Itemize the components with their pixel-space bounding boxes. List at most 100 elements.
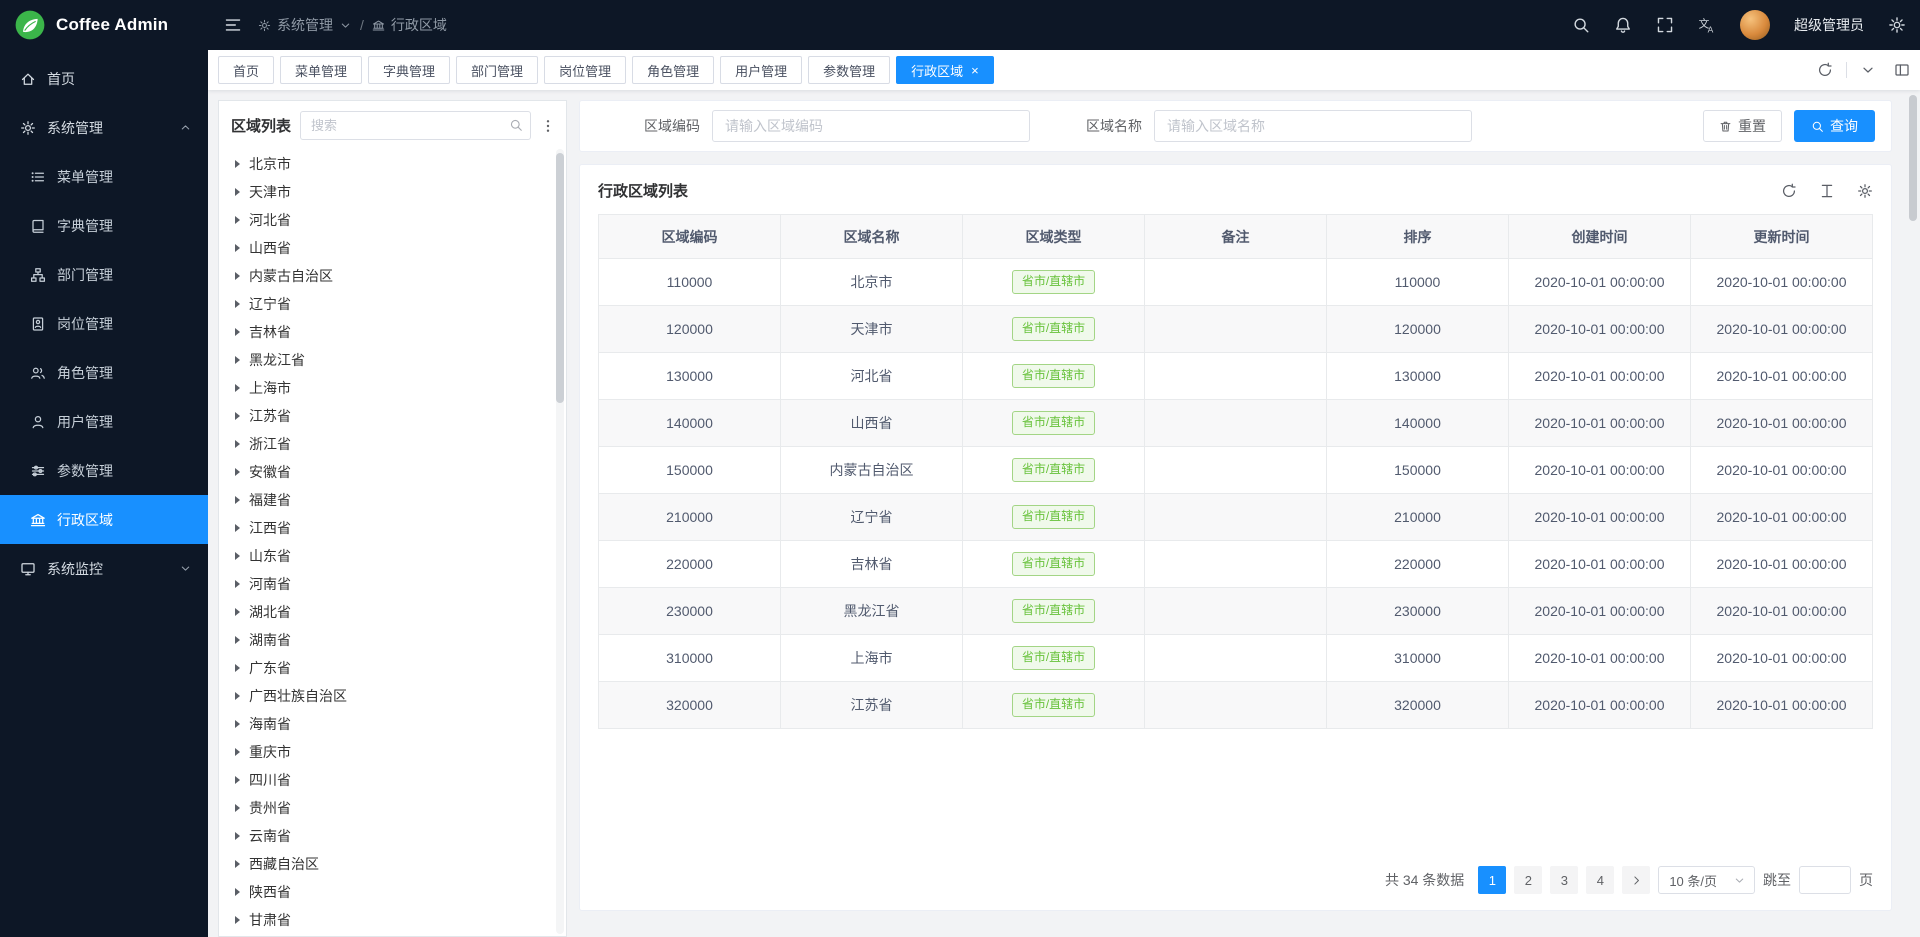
tree-item[interactable]: 贵州省 [219,794,566,822]
caret-right-icon[interactable] [235,720,240,728]
tree-item[interactable]: 重庆市 [219,738,566,766]
tree-item[interactable]: 广东省 [219,654,566,682]
sidebar-item-system-monitor[interactable]: 系统监控 [0,544,208,593]
tree-item[interactable]: 安徽省 [219,458,566,486]
sidebar-item-admin-region[interactable]: 行政区域 [0,495,208,544]
tree-item[interactable]: 海南省 [219,710,566,738]
table-row[interactable]: 310000 上海市 省市/直辖市 310000 2020-10-01 00:0… [599,635,1873,682]
tree-item[interactable]: 内蒙古自治区 [219,262,566,290]
table-row[interactable]: 320000 江苏省 省市/直辖市 320000 2020-10-01 00:0… [599,682,1873,729]
caret-right-icon[interactable] [235,468,240,476]
table-row[interactable]: 210000 辽宁省 省市/直辖市 210000 2020-10-01 00:0… [599,494,1873,541]
tree-item[interactable]: 山东省 [219,542,566,570]
next-page-button[interactable] [1622,866,1650,894]
table-refresh-icon[interactable] [1781,183,1797,199]
tab-role[interactable]: 角色管理 [632,56,714,84]
sidebar-item-menu-management[interactable]: 菜单管理 [0,152,208,201]
table-row[interactable]: 110000 北京市 省市/直辖市 110000 2020-10-01 00:0… [599,259,1873,306]
close-tab-icon[interactable]: × [971,64,979,77]
user-avatar[interactable] [1740,10,1770,40]
caret-right-icon[interactable] [235,440,240,448]
fullscreen-icon[interactable] [1656,16,1674,34]
tree-item[interactable]: 陕西省 [219,878,566,906]
caret-right-icon[interactable] [235,860,240,868]
caret-right-icon[interactable] [235,692,240,700]
query-button[interactable]: 查询 [1794,110,1875,142]
tab-region[interactable]: 行政区域 × [896,56,994,84]
caret-right-icon[interactable] [235,328,240,336]
table-row[interactable]: 150000 内蒙古自治区 省市/直辖市 150000 2020-10-01 0… [599,447,1873,494]
caret-right-icon[interactable] [235,272,240,280]
tree-item[interactable]: 四川省 [219,766,566,794]
tab-user[interactable]: 用户管理 [720,56,802,84]
caret-right-icon[interactable] [235,748,240,756]
sidebar-item-role-management[interactable]: 角色管理 [0,348,208,397]
table-row[interactable]: 130000 河北省 省市/直辖市 130000 2020-10-01 00:0… [599,353,1873,400]
caret-right-icon[interactable] [235,496,240,504]
notifications-bell-icon[interactable] [1614,16,1632,34]
sidebar-item-param-management[interactable]: 参数管理 [0,446,208,495]
sidebar-item-home[interactable]: 首页 [0,54,208,103]
global-search-icon[interactable] [1572,16,1590,34]
tree-item[interactable]: 黑龙江省 [219,346,566,374]
table-row[interactable]: 120000 天津市 省市/直辖市 120000 2020-10-01 00:0… [599,306,1873,353]
tree-item[interactable]: 福建省 [219,486,566,514]
caret-right-icon[interactable] [235,664,240,672]
tab-param[interactable]: 参数管理 [808,56,890,84]
tree-item[interactable]: 辽宁省 [219,290,566,318]
tree-item[interactable]: 云南省 [219,822,566,850]
page-button-4[interactable]: 4 [1586,866,1614,894]
caret-right-icon[interactable] [235,384,240,392]
region-name-input[interactable] [1154,110,1472,142]
tab-home[interactable]: 首页 [218,56,274,84]
tab-dept[interactable]: 部门管理 [456,56,538,84]
tree-item[interactable]: 浙江省 [219,430,566,458]
caret-right-icon[interactable] [235,300,240,308]
tree-item[interactable]: 河南省 [219,570,566,598]
tab-options-chevron-icon[interactable] [1860,62,1876,78]
sidebar-item-user-management[interactable]: 用户管理 [0,397,208,446]
tree-item[interactable]: 山西省 [219,234,566,262]
caret-right-icon[interactable] [235,916,240,924]
refresh-page-icon[interactable] [1817,62,1833,78]
sidebar-item-dept-management[interactable]: 部门管理 [0,250,208,299]
username[interactable]: 超级管理员 [1794,15,1864,35]
caret-right-icon[interactable] [235,608,240,616]
tree-item[interactable]: 广西壮族自治区 [219,682,566,710]
tree-item[interactable]: 天津市 [219,178,566,206]
caret-right-icon[interactable] [235,888,240,896]
caret-right-icon[interactable] [235,412,240,420]
tree-item[interactable]: 吉林省 [219,318,566,346]
tree-item[interactable]: 青海省 [219,934,566,936]
table-settings-gear-icon[interactable] [1857,183,1873,199]
collapse-sidebar-icon[interactable] [224,16,242,34]
tree-item[interactable]: 江西省 [219,514,566,542]
search-icon[interactable] [509,118,523,132]
caret-right-icon[interactable] [235,524,240,532]
tab-post[interactable]: 岗位管理 [544,56,626,84]
table-row[interactable]: 140000 山西省 省市/直辖市 140000 2020-10-01 00:0… [599,400,1873,447]
caret-right-icon[interactable] [235,804,240,812]
sidebar-item-dict-management[interactable]: 字典管理 [0,201,208,250]
caret-right-icon[interactable] [235,188,240,196]
app-logo[interactable]: Coffee Admin [0,0,208,50]
reset-button[interactable]: 重置 [1703,110,1782,142]
breadcrumb-system-management[interactable]: 系统管理 [258,15,352,35]
caret-right-icon[interactable] [235,776,240,784]
page-scrollbar-thumb[interactable] [1909,95,1917,221]
region-code-input[interactable] [712,110,1030,142]
tree-item[interactable]: 上海市 [219,374,566,402]
page-button-2[interactable]: 2 [1514,866,1542,894]
caret-right-icon[interactable] [235,552,240,560]
tree-item[interactable]: 甘肃省 [219,906,566,934]
layout-panel-icon[interactable] [1894,62,1910,78]
tree-search-input[interactable] [300,111,531,140]
tree-scrollbar-thumb[interactable] [556,153,564,403]
jump-page-input[interactable] [1799,866,1851,894]
caret-right-icon[interactable] [235,216,240,224]
tree-item[interactable]: 湖南省 [219,626,566,654]
caret-right-icon[interactable] [235,356,240,364]
language-translate-icon[interactable]: 文A [1698,16,1716,34]
caret-right-icon[interactable] [235,244,240,252]
tree-item[interactable]: 江苏省 [219,402,566,430]
